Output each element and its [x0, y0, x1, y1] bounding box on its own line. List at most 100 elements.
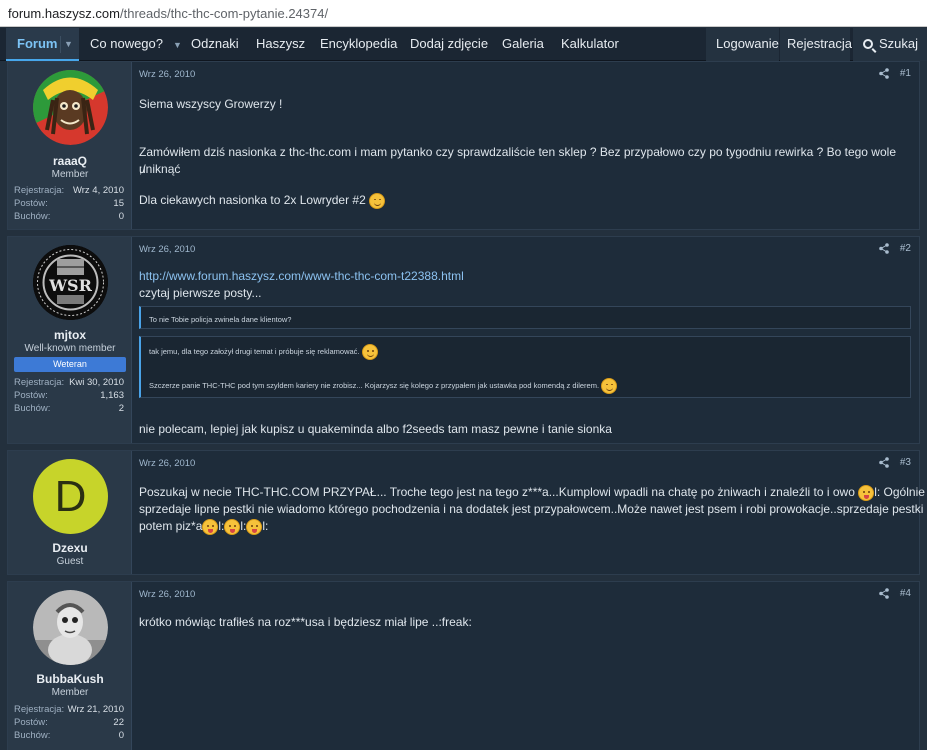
- register-button[interactable]: Rejestracja: [780, 28, 852, 61]
- nav-gallery[interactable]: Galeria: [502, 28, 544, 61]
- post-1: raaaQ Member Rejestracja: Wrz 4, 2010 Pos…: [7, 61, 920, 230]
- wink-emoji-icon: [369, 192, 386, 209]
- quote-line: tak jemu, dla tego założył drugi temat i…: [149, 343, 910, 363]
- share-icon[interactable]: [879, 243, 889, 254]
- chevron-down-icon[interactable]: ▼: [64, 28, 73, 60]
- nav-whats-new[interactable]: Co nowego? ▼: [90, 28, 182, 61]
- post-text-line: Dla ciekawych nasionka to 2x Lowryder #2: [139, 192, 386, 209]
- post-text: Poszukaj w necie THC-THC.COM PRZYPAŁ... …: [139, 485, 855, 499]
- search-label: Szukaj: [879, 36, 919, 51]
- quote-text: tak jemu, dla tego założył drugi temat i…: [149, 347, 360, 356]
- search-button[interactable]: Szukaj: [853, 28, 927, 61]
- post-date[interactable]: Wrz 26, 2010: [139, 69, 195, 80]
- address-bar[interactable]: forum.haszysz.com/threads/thc-thc-com-py…: [0, 0, 927, 27]
- nav-divider: [60, 36, 61, 53]
- share-icon[interactable]: [879, 457, 889, 468]
- post-number[interactable]: #2: [900, 243, 911, 254]
- stat-registration: Rejestracja: Wrz 21, 2010: [14, 704, 124, 716]
- avatar[interactable]: D: [33, 459, 108, 534]
- stat-posts: Postów: 1,163: [14, 390, 124, 402]
- post-text: czytaj pierwsze posty...: [139, 286, 262, 300]
- stat-value: Kwi 30, 2010: [69, 377, 124, 388]
- username[interactable]: raaaQ: [8, 154, 132, 168]
- user-info: raaaQ Member Rejestracja: Wrz 4, 2010 Pos…: [8, 62, 132, 229]
- post-link[interactable]: http://www.forum.haszysz.com/www-thc-thc…: [139, 268, 464, 285]
- post-text: Zamówiłem dziś nasionka z thc-thc.com i …: [139, 145, 896, 176]
- share-icon[interactable]: [879, 68, 889, 79]
- post-text: potem piz*a: [139, 519, 203, 533]
- stat-label: Rejestracja:: [14, 185, 65, 196]
- nav-badges[interactable]: Odznaki: [191, 28, 239, 61]
- login-button[interactable]: Logowanie: [706, 28, 779, 61]
- nav-forum-tab[interactable]: Forum ▼: [6, 28, 79, 61]
- post-text: l:: [262, 519, 269, 533]
- username[interactable]: Dzexu: [8, 541, 132, 555]
- stat-label: Postów:: [14, 390, 48, 401]
- stat-buchs: Buchów: 0: [14, 211, 124, 223]
- url-host: forum.haszysz.com: [8, 6, 120, 21]
- post-date[interactable]: Wrz 26, 2010: [139, 244, 195, 255]
- message-body: Wrz 26, 2010 #2 http://www.forum.haszysz…: [139, 237, 911, 445]
- tongue-emoji-icon: [246, 518, 263, 535]
- nav-calculator[interactable]: Kalkulator: [561, 28, 619, 61]
- user-role: Member: [51, 169, 89, 180]
- post-4: BubbaKush Member Rejestracja: Wrz 21, 201…: [7, 581, 920, 750]
- stat-label: Rejestracja:: [14, 377, 65, 388]
- user-info: WSR mjtox Well-known member Weteran Reje…: [8, 237, 132, 443]
- message-body: Wrz 26, 2010 #1 Siema wszyscy Growerzy !…: [139, 62, 911, 231]
- user-info: BubbaKush Member Rejestracja: Wrz 21, 201…: [8, 582, 132, 750]
- post-text: ;/: [139, 162, 146, 176]
- stat-registration: Rejestracja: Wrz 4, 2010: [14, 185, 124, 197]
- stat-label: Postów:: [14, 717, 48, 728]
- wink-emoji-icon: [601, 378, 618, 395]
- stat-label: Rejestracja:: [14, 704, 65, 715]
- url-path: /threads/thc-thc-com-pytanie.24374/: [119, 6, 329, 21]
- nav-forum-label: Forum: [17, 36, 58, 51]
- stat-label: Postów:: [14, 198, 48, 209]
- username[interactable]: mjtox: [8, 328, 132, 342]
- smile-emoji-icon: [361, 344, 378, 361]
- avatar[interactable]: [33, 590, 108, 665]
- stat-buchs: Buchów: 0: [14, 730, 124, 742]
- user-badge: Weteran: [14, 357, 126, 372]
- nav-add-photo[interactable]: Dodaj zdjęcie: [410, 28, 488, 61]
- chevron-down-icon[interactable]: ▼: [173, 40, 182, 50]
- post-number[interactable]: #4: [900, 588, 911, 599]
- post-number[interactable]: #1: [900, 68, 911, 79]
- stat-label: Buchów:: [14, 730, 51, 741]
- stat-value: 1,163: [100, 390, 124, 401]
- post-date[interactable]: Wrz 26, 2010: [139, 458, 195, 469]
- stat-posts: Postów: 15: [14, 198, 124, 210]
- post-text-line: Poszukaj w necie THC-THC.COM PRZYPAŁ... …: [139, 484, 927, 501]
- stat-value: Wrz 21, 2010: [67, 704, 124, 715]
- nav-haszysz[interactable]: Haszysz: [256, 28, 305, 61]
- user-info: D Dzexu Guest: [8, 451, 132, 574]
- stat-registration: Rejestracja: Kwi 30, 2010: [14, 377, 124, 389]
- nav-encyclopedia[interactable]: Encyklopedia: [320, 28, 397, 61]
- stat-value: 15: [113, 198, 124, 209]
- nav-whats-new-label: Co nowego?: [90, 36, 163, 51]
- search-icon: [863, 39, 873, 49]
- tongue-emoji-icon: [224, 518, 241, 535]
- stat-label: Buchów:: [14, 211, 51, 222]
- tongue-emoji-icon: [858, 484, 875, 501]
- stat-value: 2: [118, 403, 124, 414]
- stat-buchs: Buchów: 2: [14, 403, 124, 415]
- post-text: nie polecam, lepiej jak kupisz u quakemi…: [139, 422, 612, 436]
- post-text: Dla ciekawych nasionka to 2x Lowryder #2: [139, 193, 366, 207]
- post-number[interactable]: #3: [900, 457, 911, 468]
- share-icon[interactable]: [879, 588, 889, 599]
- stat-value: 22: [113, 717, 124, 728]
- quote-block: To nie Tobie policja zwinela dane klient…: [139, 306, 911, 329]
- quote-text: Szczerze panie THC-THC pod tym szyldem k…: [149, 381, 600, 390]
- post-date[interactable]: Wrz 26, 2010: [139, 589, 195, 600]
- avatar[interactable]: [33, 70, 108, 145]
- post-3: D Dzexu Guest Wrz 26, 2010 #3 Poszukaj w…: [7, 450, 927, 576]
- post-text: sprzedaje lipne pestki nie wiadomo które…: [139, 502, 927, 516]
- avatar[interactable]: WSR: [33, 245, 108, 320]
- message-body: Wrz 26, 2010 #3 Poszukaj w necie THC-THC…: [139, 451, 927, 576]
- svg-text:WSR: WSR: [48, 276, 93, 295]
- post-text: krótko mówiąc trafiłeś na roz***usa i bę…: [139, 615, 472, 629]
- post-text: l: Ogólnie gość: [874, 485, 927, 499]
- username[interactable]: BubbaKush: [8, 672, 132, 686]
